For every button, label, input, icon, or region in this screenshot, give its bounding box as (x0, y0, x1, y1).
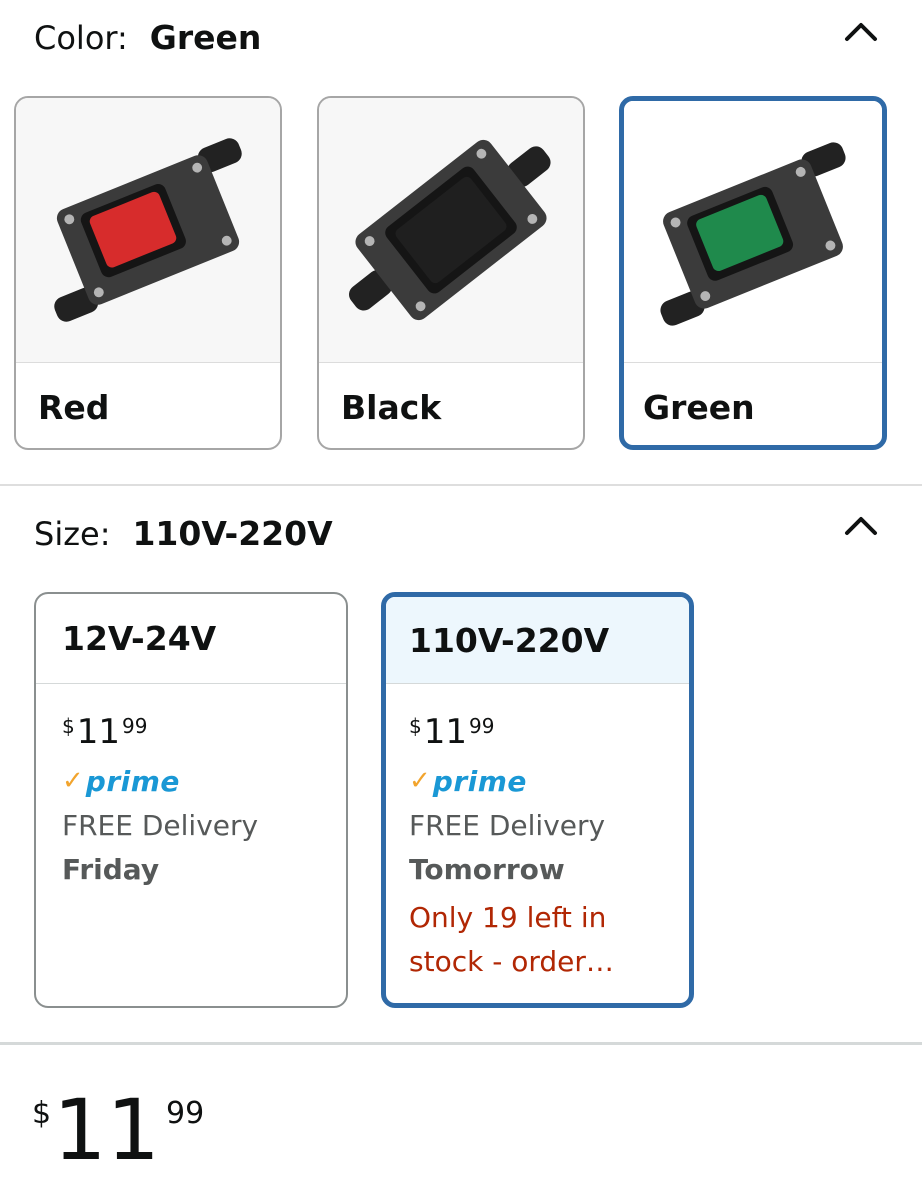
swatch-label-black: Black (341, 388, 442, 427)
product-image-green (624, 101, 882, 365)
product-image-black (319, 98, 583, 362)
chevron-up-icon[interactable] (844, 514, 878, 536)
product-price: $ 11 99 (32, 1081, 205, 1179)
section-divider (0, 484, 922, 486)
swatch-divider (16, 362, 280, 363)
color-header: Color: Green (34, 18, 261, 57)
color-swatch-black[interactable]: Black (317, 96, 585, 450)
color-label: Color: (34, 19, 128, 57)
size-option-12v-24v[interactable]: 12V-24V $ 11 99 ✓ prime FREE Delivery Fr… (34, 592, 348, 1008)
color-swatch-green[interactable]: Green (619, 96, 887, 450)
prime-check-icon: ✓ (62, 766, 84, 796)
size-option-price: $ 11 99 (409, 712, 495, 752)
switch-box-red (54, 138, 242, 322)
prime-check-icon: ✓ (409, 766, 431, 796)
swatch-divider (624, 362, 882, 363)
size-selected-value: 110V-220V (132, 514, 333, 553)
delivery-text: FREE Delivery (409, 809, 606, 842)
size-label: Size: (34, 515, 111, 553)
prime-badge: ✓ prime (62, 764, 180, 798)
delivery-text: FREE Delivery (62, 809, 259, 842)
swatch-divider (319, 362, 583, 363)
color-selected-value: Green (149, 18, 262, 57)
switch-box-black (349, 139, 551, 321)
size-option-110v-220v[interactable]: 110V-220V $ 11 99 ✓ prime FREE Delivery … (381, 592, 694, 1008)
chevron-up-icon[interactable] (844, 20, 878, 42)
delivery-day: Tomorrow (409, 853, 565, 886)
delivery-day: Friday (62, 853, 160, 886)
size-option-price: $ 11 99 (62, 712, 148, 752)
swatch-label-green: Green (643, 388, 755, 427)
switch-box-green (660, 142, 846, 326)
swatch-label-red: Red (38, 388, 110, 427)
size-header: Size: 110V-220V (34, 514, 333, 553)
size-option-label: 12V-24V (36, 594, 346, 684)
product-image-red (16, 98, 280, 362)
color-swatch-red[interactable]: Red (14, 96, 282, 450)
section-divider (0, 1042, 922, 1045)
prime-badge: ✓ prime (409, 764, 527, 798)
size-option-label: 110V-220V (386, 597, 689, 684)
stock-warning: Only 19 left in stock - order… (409, 901, 614, 978)
